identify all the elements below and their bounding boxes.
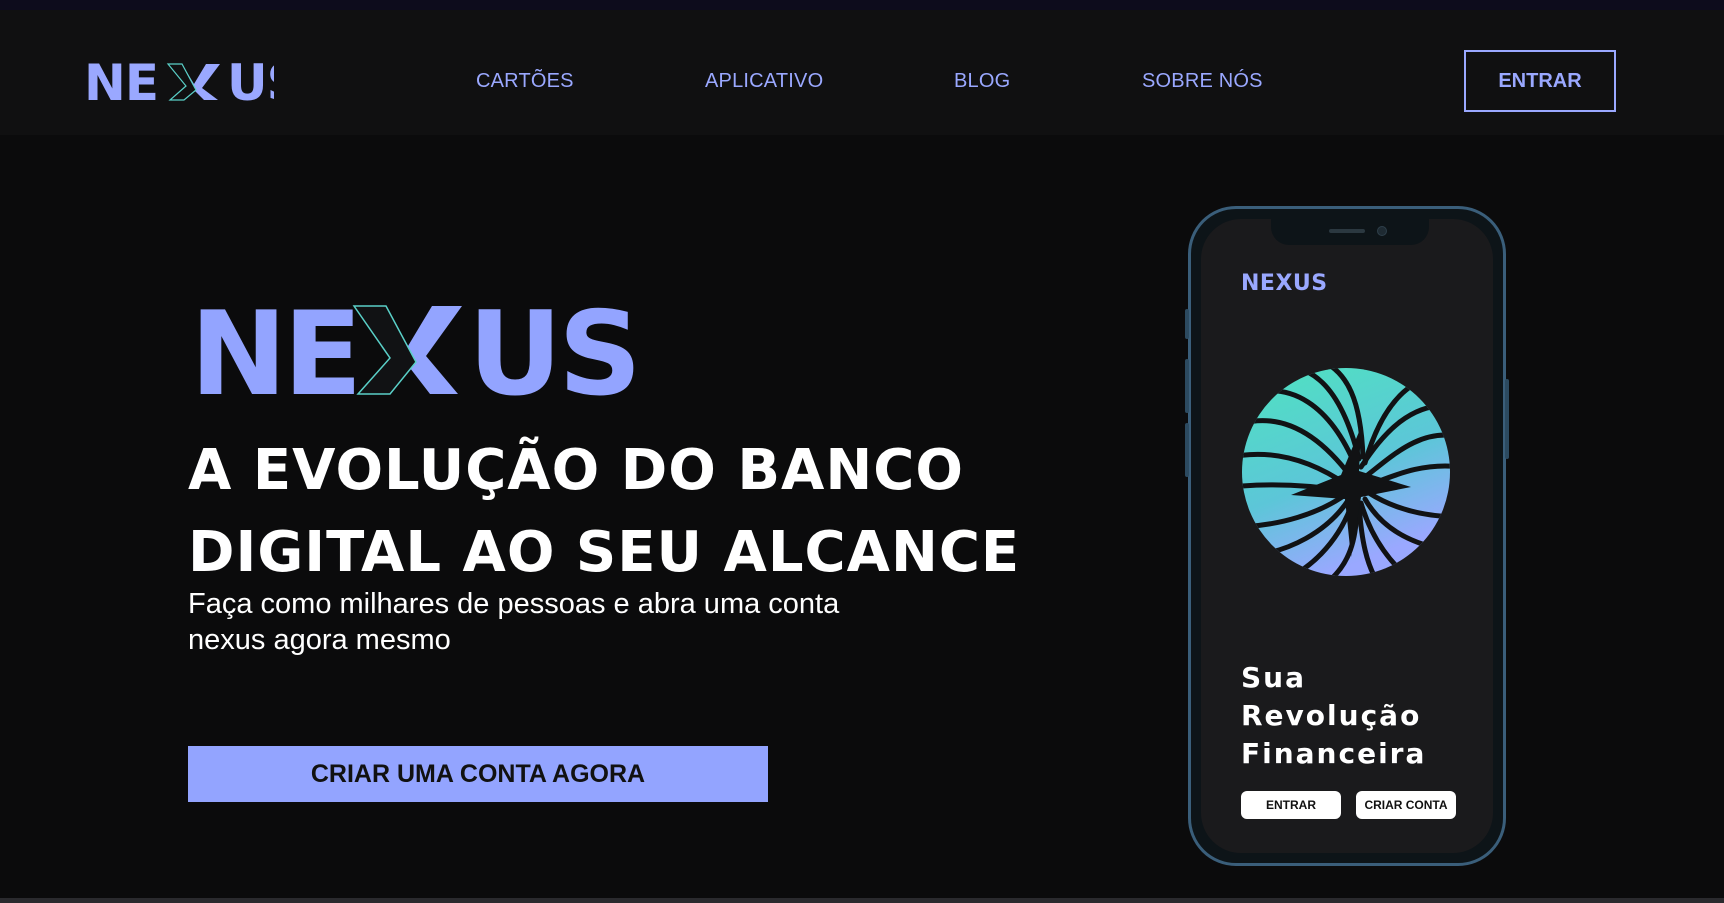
top-strip	[0, 0, 1724, 10]
hero-headline: A EVOLUÇÃO DO BANCO DIGITAL AO SEU ALCAN…	[188, 430, 1020, 594]
hero-subtext-line1: Faça como milhares de pessoas e abra uma…	[188, 588, 840, 620]
hero-subtext: Faça como milhares de pessoas e abra uma…	[188, 586, 948, 658]
nav-blog[interactable]: BLOG	[954, 70, 1010, 93]
svg-text:US: US	[227, 54, 274, 110]
nexus-logo[interactable]: NE US	[84, 50, 274, 110]
bottom-divider	[0, 898, 1724, 903]
phone-login-button[interactable]: ENTRAR	[1241, 791, 1341, 819]
phone-signup-button[interactable]: CRIAR CONTA	[1356, 791, 1456, 819]
login-button[interactable]: ENTRAR	[1464, 50, 1616, 112]
site-header: NE US CARTÕES APLICATIVO BLOG SOBRE NÓS …	[0, 10, 1724, 135]
create-account-button[interactable]: CRIAR UMA CONTA AGORA	[188, 746, 768, 802]
svg-text:US: US	[468, 300, 638, 400]
speaker-icon	[1329, 229, 1365, 233]
nav-aplicativo[interactable]: APLICATIVO	[705, 70, 823, 93]
phone-side-button	[1505, 379, 1509, 459]
nav-cartoes[interactable]: CARTÕES	[476, 70, 574, 93]
nav-sobre-nos[interactable]: SOBRE NÓS	[1142, 70, 1263, 93]
hero-headline-line2: DIGITAL AO SEU ALCANCE	[188, 520, 1021, 585]
hero-headline-line1: A EVOLUÇÃO DO BANCO	[188, 438, 964, 503]
phone-side-button	[1185, 423, 1189, 477]
phone-notch	[1271, 219, 1429, 245]
hero-subtext-line2: nexus agora mesmo	[188, 624, 451, 656]
phone-side-button	[1185, 309, 1189, 339]
phone-nexus-logo: NEXUS	[1241, 271, 1328, 296]
svg-text:NE: NE	[190, 300, 358, 400]
camera-icon	[1377, 226, 1387, 236]
wave-globe-icon	[1242, 368, 1450, 576]
phone-mockup: NEXUS Sua Revolução Financeira ENTRAR CR…	[1185, 206, 1509, 866]
phone-title-line3: Financeira	[1241, 737, 1427, 770]
svg-text:NE: NE	[84, 54, 158, 110]
phone-title-line2: Revolução	[1241, 699, 1422, 732]
phone-title: Sua Revolução Financeira	[1241, 659, 1426, 773]
phone-title-line1: Sua	[1241, 661, 1306, 694]
phone-side-button	[1185, 359, 1189, 413]
phone-screen: NEXUS Sua Revolução Financeira ENTRAR CR…	[1201, 219, 1493, 853]
hero-nexus-logo: NE US	[190, 300, 642, 400]
